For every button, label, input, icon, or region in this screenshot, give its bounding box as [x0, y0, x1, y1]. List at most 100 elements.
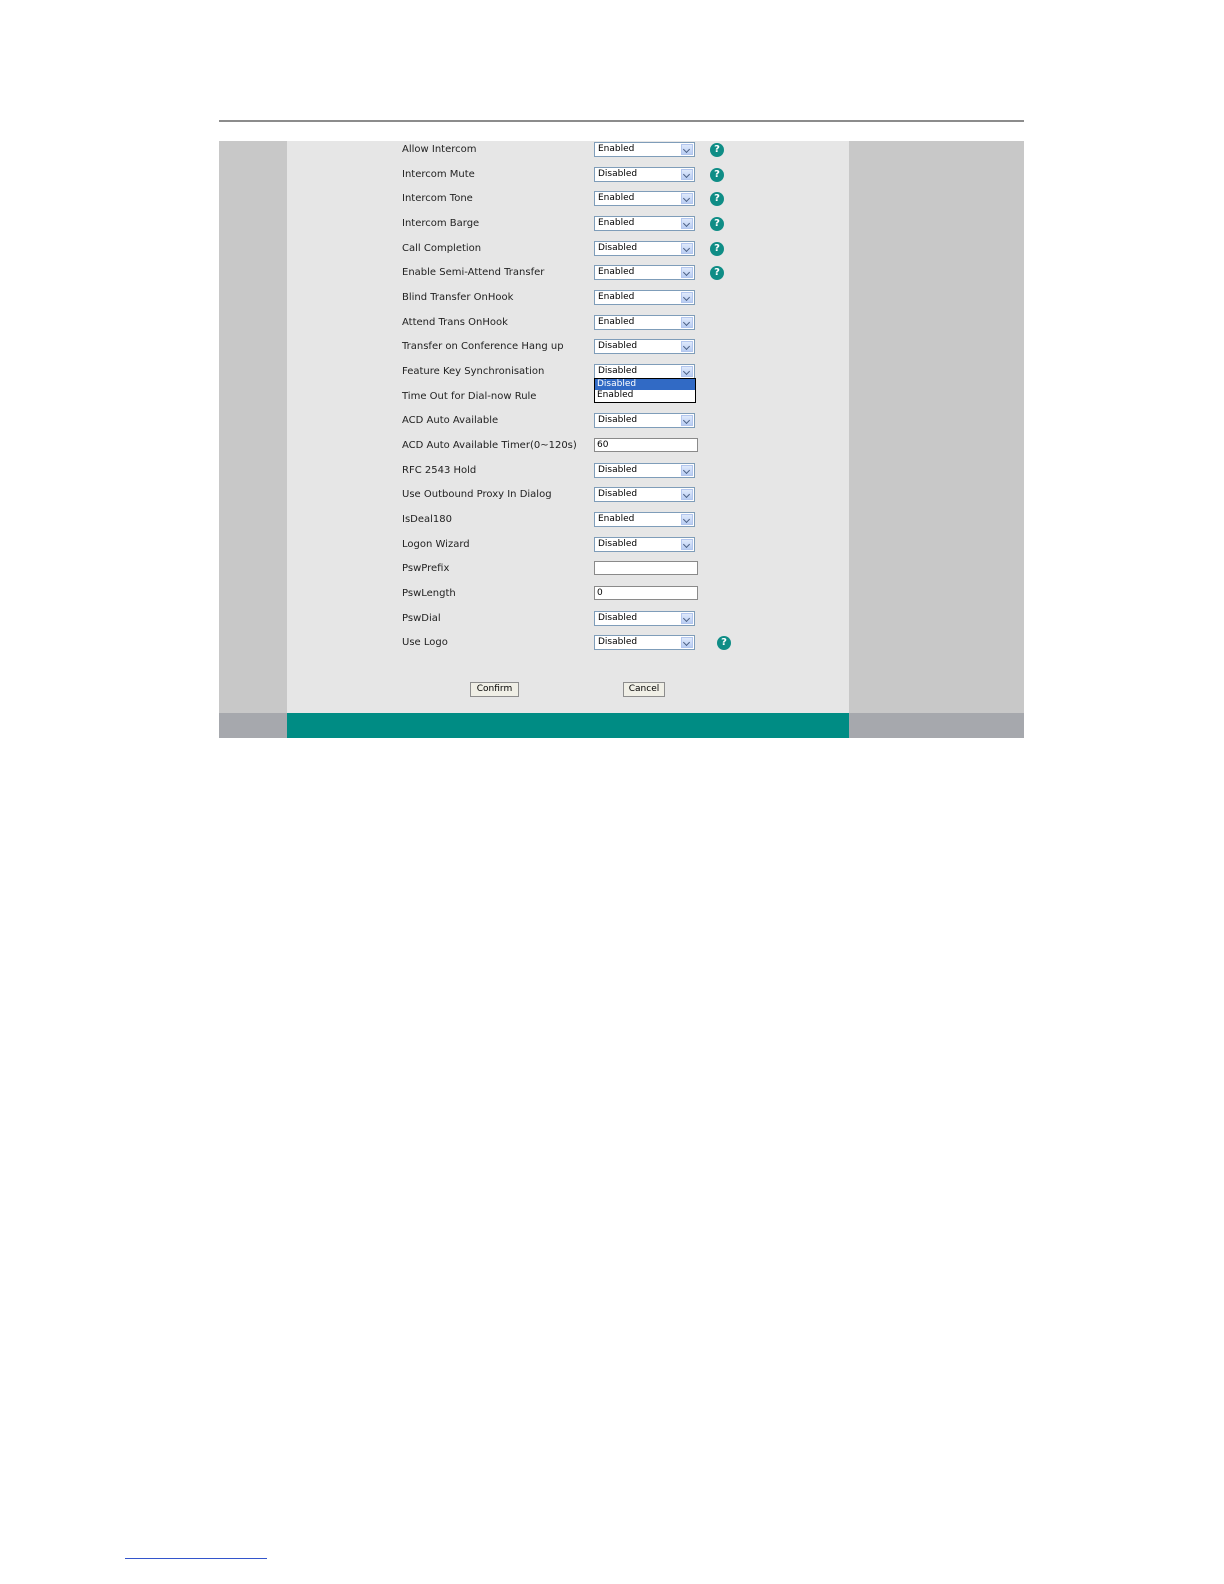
- pswdial-select[interactable]: Disabled: [594, 611, 695, 626]
- setting-label: Intercom Tone: [402, 193, 473, 204]
- feature-key-synchronisation-dropdown-list[interactable]: Disabled Enabled: [594, 378, 696, 403]
- help-icon[interactable]: ?: [710, 192, 724, 206]
- settings-frame: Confirm Cancel Allow Intercom Enabled? Int…: [219, 141, 1024, 738]
- select-value: Disabled: [598, 169, 638, 179]
- help-icon[interactable]: ?: [717, 636, 731, 650]
- setting-label: ACD Auto Available Timer(0~120s): [402, 440, 577, 451]
- intercom-tone-select[interactable]: Enabled: [594, 191, 695, 206]
- dropdown-option-enabled[interactable]: Enabled: [595, 390, 695, 401]
- chevron-down-icon[interactable]: [681, 341, 693, 352]
- chevron-down-icon[interactable]: [681, 267, 693, 278]
- setting-row-acd-auto-available-timer-0-120s: ACD Auto Available Timer(0~120s) 60: [287, 438, 849, 456]
- setting-label: PswLength: [402, 588, 456, 599]
- chevron-down-icon[interactable]: [681, 193, 693, 204]
- setting-label: Attend Trans OnHook: [402, 317, 508, 328]
- dropdown-option-disabled[interactable]: Disabled: [595, 379, 695, 390]
- select-value: Enabled: [598, 218, 635, 228]
- select-value: Disabled: [598, 415, 638, 425]
- setting-row-use-logo: Use Logo Disabled?: [287, 635, 849, 653]
- transfer-on-conference-hang-up-select[interactable]: Disabled: [594, 339, 695, 354]
- setting-label: Transfer on Conference Hang up: [402, 341, 564, 352]
- footer-bar: [287, 713, 849, 738]
- select-value: Disabled: [598, 341, 638, 351]
- setting-label: Logon Wizard: [402, 539, 470, 550]
- setting-row-isdeal180: IsDeal180 Enabled: [287, 512, 849, 530]
- help-icon[interactable]: ?: [710, 242, 724, 256]
- setting-row-pswprefix: PswPrefix: [287, 561, 849, 579]
- setting-label: Allow Intercom: [402, 144, 477, 155]
- setting-row-intercom-mute: Intercom Mute Disabled?: [287, 167, 849, 185]
- setting-label: Use Logo: [402, 637, 448, 648]
- setting-row-transfer-on-conference-hang-up: Transfer on Conference Hang up Disabled: [287, 339, 849, 357]
- chevron-down-icon[interactable]: [681, 317, 693, 328]
- cancel-button[interactable]: Cancel: [623, 682, 665, 697]
- select-value: Disabled: [598, 489, 638, 499]
- logon-wizard-select[interactable]: Disabled: [594, 537, 695, 552]
- acd-auto-available-timer-0-120s-input[interactable]: 60: [594, 438, 698, 452]
- setting-label: PswDial: [402, 613, 441, 624]
- rfc-2543-hold-select[interactable]: Disabled: [594, 463, 695, 478]
- setting-label: Intercom Barge: [402, 218, 480, 229]
- footer-left: [219, 713, 287, 738]
- setting-label: IsDeal180: [402, 514, 453, 525]
- chevron-down-icon[interactable]: [681, 292, 693, 303]
- setting-row-call-completion: Call Completion Disabled?: [287, 241, 849, 259]
- use-outbound-proxy-in-dialog-select[interactable]: Disabled: [594, 487, 695, 502]
- feature-key-synchronisation-select[interactable]: Disabled: [594, 364, 695, 379]
- pswprefix-input[interactable]: [594, 561, 698, 575]
- setting-row-feature-key-synchronisation: Feature Key Synchronisation Disabled: [287, 364, 849, 382]
- chevron-down-icon[interactable]: [681, 489, 693, 500]
- help-icon[interactable]: ?: [710, 143, 724, 157]
- select-value: Disabled: [598, 366, 638, 376]
- allow-intercom-select[interactable]: Enabled: [594, 142, 695, 157]
- acd-auto-available-select[interactable]: Disabled: [594, 413, 695, 428]
- setting-row-acd-auto-available: ACD Auto Available Disabled: [287, 413, 849, 431]
- help-icon[interactable]: ?: [710, 217, 724, 231]
- setting-label: Call Completion: [402, 243, 482, 254]
- chevron-down-icon[interactable]: [681, 613, 693, 624]
- select-value: Disabled: [598, 613, 638, 623]
- setting-label: Blind Transfer OnHook: [402, 292, 514, 303]
- setting-label: Enable Semi-Attend Transfer: [402, 267, 545, 278]
- enable-semi-attend-transfer-select[interactable]: Enabled: [594, 265, 695, 280]
- setting-label: Time Out for Dial-now Rule: [402, 391, 537, 402]
- chevron-down-icon[interactable]: [681, 218, 693, 229]
- use-logo-select[interactable]: Disabled: [594, 635, 695, 650]
- chevron-down-icon[interactable]: [681, 415, 693, 426]
- setting-label: Intercom Mute: [402, 169, 475, 180]
- setting-label: RFC 2543 Hold: [402, 465, 477, 476]
- pswlength-input[interactable]: 0: [594, 586, 698, 600]
- isdeal180-select[interactable]: Enabled: [594, 512, 695, 527]
- confirm-button[interactable]: Confirm: [470, 682, 519, 697]
- chevron-down-icon[interactable]: [681, 169, 693, 180]
- help-icon[interactable]: ?: [710, 168, 724, 182]
- intercom-barge-select[interactable]: Enabled: [594, 216, 695, 231]
- chevron-down-icon[interactable]: [681, 243, 693, 254]
- chevron-down-icon[interactable]: [681, 465, 693, 476]
- setting-label: PswPrefix: [402, 563, 450, 574]
- setting-row-blind-transfer-onhook: Blind Transfer OnHook Enabled: [287, 290, 849, 308]
- input-value: 60: [597, 440, 609, 450]
- chevron-down-icon[interactable]: [681, 144, 693, 155]
- input-value: 0: [597, 588, 603, 598]
- settings-panel: Confirm Cancel Allow Intercom Enabled? Int…: [287, 141, 849, 713]
- attend-trans-onhook-select[interactable]: Enabled: [594, 315, 695, 330]
- select-value: Enabled: [598, 144, 635, 154]
- intercom-mute-select[interactable]: Disabled: [594, 167, 695, 182]
- setting-label: Feature Key Synchronisation: [402, 366, 545, 377]
- setting-row-allow-intercom: Allow Intercom Enabled?: [287, 142, 849, 160]
- chevron-down-icon[interactable]: [681, 637, 693, 648]
- select-value: Enabled: [598, 193, 635, 203]
- call-completion-select[interactable]: Disabled: [594, 241, 695, 256]
- chevron-down-icon[interactable]: [681, 514, 693, 525]
- setting-row-attend-trans-onhook: Attend Trans OnHook Enabled: [287, 315, 849, 333]
- select-value: Disabled: [598, 637, 638, 647]
- select-value: Enabled: [598, 514, 635, 524]
- chevron-down-icon[interactable]: [681, 366, 693, 377]
- select-value: Enabled: [598, 267, 635, 277]
- help-icon[interactable]: ?: [710, 266, 724, 280]
- setting-row-time-out-for-dial-now-rule: Time Out for Dial-now Rule: [287, 389, 849, 407]
- blind-transfer-onhook-select[interactable]: Enabled: [594, 290, 695, 305]
- page-footer-link-underline: [125, 1558, 267, 1559]
- chevron-down-icon[interactable]: [681, 539, 693, 550]
